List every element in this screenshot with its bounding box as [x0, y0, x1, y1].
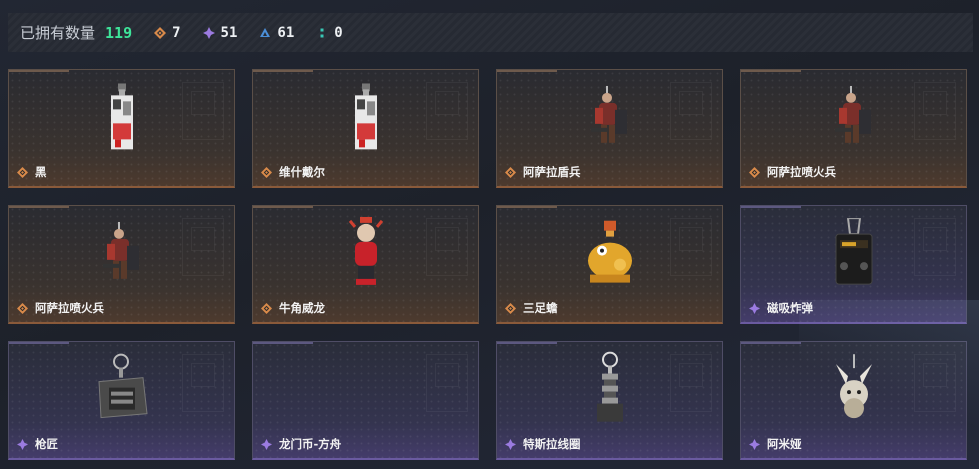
card-corner-accent	[497, 70, 557, 72]
item-card[interactable]: 磁吸炸弹	[740, 205, 967, 324]
item-label: 阿米娅	[749, 436, 802, 452]
item-label: 阿萨拉喷火兵	[17, 300, 104, 316]
item-label: 龙门币-方舟	[261, 436, 341, 452]
item-card[interactable]: 三足蟾	[496, 205, 723, 324]
purple-rarity-icon	[505, 438, 516, 450]
purple-rarity-count: 51	[202, 24, 238, 41]
item-card[interactable]: 黑	[8, 69, 235, 188]
blue-count-value: 61	[277, 24, 295, 41]
item-label: 特斯拉线圈	[505, 436, 581, 452]
purple-rarity-icon	[749, 302, 760, 314]
card-corner-accent	[9, 342, 69, 344]
owned-count-bar: 已拥有数量 119 7 51 61 0	[8, 13, 973, 52]
item-name: 龙门币-方舟	[279, 437, 342, 451]
card-decoration	[182, 218, 224, 276]
item-label: 黑	[17, 164, 47, 180]
item-label: 三足蟾	[505, 300, 558, 316]
item-card[interactable]: 枪匠	[8, 341, 235, 460]
blue-rarity-count: 61	[259, 25, 294, 41]
card-decoration	[670, 218, 712, 276]
card-decoration	[670, 354, 712, 412]
orange-rarity-icon	[261, 302, 272, 314]
item-label: 阿萨拉盾兵	[505, 164, 581, 180]
item-name: 磁吸炸弹	[767, 301, 813, 315]
blue-triangle-icon	[260, 27, 271, 37]
item-label: 阿萨拉喷火兵	[749, 164, 836, 180]
purple-count-value: 51	[220, 24, 238, 41]
item-name: 枪匠	[35, 437, 58, 451]
item-image	[585, 85, 635, 154]
card-decoration	[426, 82, 468, 140]
card-decoration	[426, 354, 468, 412]
item-image	[828, 217, 880, 292]
item-name: 阿萨拉喷火兵	[767, 165, 836, 179]
item-card[interactable]: 维什戴尔	[252, 69, 479, 188]
item-card[interactable]: 阿米娅	[740, 341, 967, 460]
card-corner-accent	[9, 70, 69, 72]
item-image	[346, 216, 386, 293]
teal-count-value: 0	[334, 24, 343, 41]
owned-count-label: 已拥有数量	[20, 24, 96, 42]
item-name: 维什戴尔	[279, 165, 325, 179]
item-card[interactable]: 特斯拉线圈	[496, 341, 723, 460]
item-image	[829, 85, 879, 154]
item-name: 牛角威龙	[279, 301, 325, 315]
card-decoration	[426, 218, 468, 276]
purple-rarity-icon	[17, 438, 28, 450]
card-corner-accent	[741, 70, 801, 72]
card-decoration	[914, 82, 956, 140]
item-name: 阿萨拉盾兵	[523, 165, 581, 179]
teal-dots-icon	[320, 28, 324, 37]
card-decoration	[182, 354, 224, 412]
orange-rarity-icon	[261, 166, 272, 178]
item-card[interactable]: 龙门币-方舟	[252, 341, 479, 460]
item-name: 阿米娅	[767, 437, 802, 451]
card-corner-accent	[741, 342, 801, 344]
orange-count-value: 7	[172, 24, 181, 41]
card-corner-accent	[253, 206, 313, 208]
collection-panel: 已拥有数量 119 7 51 61 0 黑维什戴尔 阿萨拉盾兵 阿萨拉喷火兵 阿…	[0, 0, 979, 469]
orange-rarity-count: 7	[154, 24, 181, 41]
item-image	[593, 351, 627, 430]
card-corner-accent	[497, 206, 557, 208]
orange-rarity-icon	[17, 302, 28, 314]
item-label: 牛角威龙	[261, 300, 325, 316]
item-card[interactable]: 阿萨拉盾兵	[496, 69, 723, 188]
item-label: 磁吸炸弹	[749, 300, 813, 316]
orange-diamond-icon	[154, 26, 167, 39]
item-image	[97, 221, 147, 290]
item-image	[91, 352, 153, 430]
item-label: 枪匠	[17, 436, 58, 452]
purple-diamond-icon	[202, 26, 215, 39]
item-image	[105, 83, 139, 155]
item-image	[830, 354, 878, 428]
card-decoration	[914, 218, 956, 276]
item-image	[582, 220, 638, 291]
card-corner-accent	[253, 342, 313, 344]
item-name: 三足蟾	[523, 301, 558, 315]
card-corner-accent	[497, 342, 557, 344]
item-name: 特斯拉线圈	[523, 437, 581, 451]
card-corner-accent	[253, 70, 313, 72]
card-decoration	[670, 82, 712, 140]
teal-rarity-count: 0	[316, 24, 343, 41]
item-image	[349, 83, 383, 155]
purple-rarity-icon	[749, 438, 760, 450]
orange-rarity-icon	[505, 166, 516, 178]
item-name: 阿萨拉喷火兵	[35, 301, 104, 315]
orange-rarity-icon	[17, 166, 28, 178]
card-decoration	[914, 354, 956, 412]
item-card[interactable]: 牛角威龙	[252, 205, 479, 324]
orange-rarity-icon	[749, 166, 760, 178]
card-decoration	[182, 82, 224, 140]
purple-rarity-icon	[261, 438, 272, 450]
owned-total-count: 119	[105, 23, 133, 42]
item-card[interactable]: 阿萨拉喷火兵	[8, 205, 235, 324]
item-label: 维什戴尔	[261, 164, 325, 180]
item-name: 黑	[35, 165, 47, 179]
item-card[interactable]: 阿萨拉喷火兵	[740, 69, 967, 188]
card-corner-accent	[741, 206, 801, 208]
card-corner-accent	[9, 206, 69, 208]
orange-rarity-icon	[505, 302, 516, 314]
